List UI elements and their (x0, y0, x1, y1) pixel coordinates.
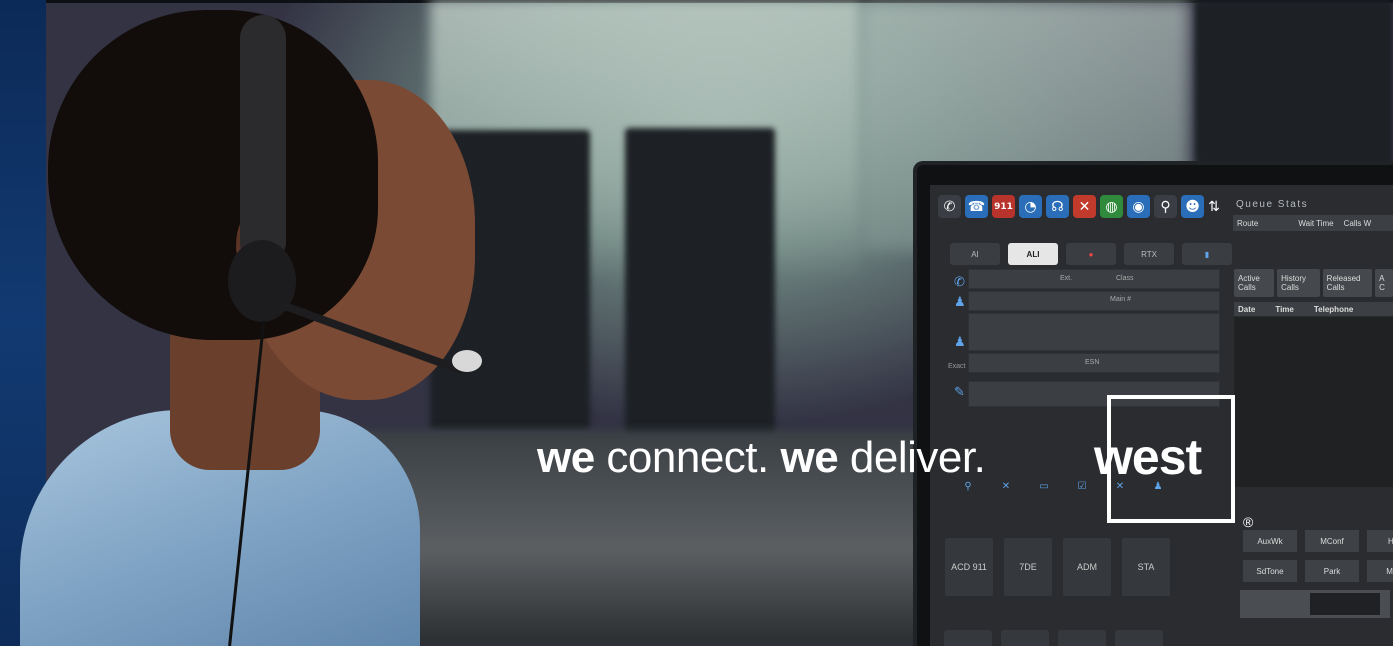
ali-field (968, 313, 1220, 351)
ear-icon: ◔ (1019, 195, 1042, 218)
tagline-we-1: we (537, 433, 595, 482)
arrows-icon: ⇅ (1208, 198, 1220, 215)
person-icon: ♟ (954, 295, 966, 310)
call-tabs: Active Calls History Calls Released Call… (1234, 269, 1393, 297)
phone-icon: ☎ (965, 195, 988, 218)
auxwk-button: AuxWk (1242, 529, 1298, 553)
background-monitor (1195, 0, 1393, 165)
map-pin-icon: ◉ (1127, 195, 1150, 218)
tab-rtx: RTX (1124, 243, 1174, 265)
tab-map: ● (1066, 243, 1116, 265)
col-route: Route (1237, 218, 1259, 228)
dispatcher-hair (48, 10, 378, 340)
edit-icon: ✎ (954, 385, 965, 400)
function-buttons: AuxWk MConf Hol SdTone Park Mon (1242, 529, 1393, 583)
console-tabs: AI ALI ● RTX ▮ (950, 243, 1232, 265)
ali-field (968, 291, 1220, 311)
background-monitor (625, 128, 775, 468)
class-label: Class (1116, 275, 1134, 282)
tagline-we-2: we (780, 433, 839, 482)
tab-history-calls: History Calls (1277, 269, 1320, 297)
acd-button (1115, 630, 1163, 646)
tagline: we connect. we deliver. (537, 430, 986, 486)
headset-icon: ☊ (1046, 195, 1069, 218)
acd-911-button: ACD 911 (944, 537, 994, 597)
phone-icon: ✆ (954, 275, 965, 290)
acd-sta-button: STA (1121, 537, 1171, 597)
tab-abandoned-calls: A C (1375, 269, 1393, 297)
status-bar-segment (1310, 593, 1380, 615)
search-person-icon: ♟ (954, 335, 966, 350)
hero-photo: ✆ ☎ 911 ◔ ☊ ✕ ◍ ◉ ⚲ ☻ ⇅ AI ALI ● RTX ▮ ✆… (0, 0, 1393, 646)
globe-icon: ◍ (1100, 195, 1123, 218)
tab-ai: AI (950, 243, 1000, 265)
headset-band (240, 15, 286, 265)
west-logo-word: west (1090, 428, 1206, 486)
hold-button: Hol (1366, 529, 1393, 553)
tagline-deliver: deliver. (838, 433, 986, 482)
col-telephone: Telephone (1313, 304, 1354, 314)
park-button: Park (1304, 559, 1360, 583)
esn-label: ESN (1085, 359, 1100, 366)
queue-stats-title: Queue Stats (1236, 199, 1309, 210)
mconf-button: MConf (1304, 529, 1360, 553)
people-icon: ☻ (1181, 195, 1204, 218)
col-wait-time: Wait Time (1298, 218, 1334, 228)
acd-buttons: ACD 911 7DE ADM STA (944, 537, 1171, 597)
acd-button (1001, 630, 1049, 646)
exact-label: Exact (948, 363, 966, 370)
close-icon: ✕ (1073, 195, 1096, 218)
sdtone-button: SdTone (1242, 559, 1298, 583)
phone-icon: ✆ (938, 195, 961, 218)
acd-buttons-row2 (944, 630, 1163, 646)
col-time: Time (1275, 304, 1294, 314)
acd-adm-button: ADM (1062, 537, 1112, 597)
ali-field (968, 269, 1220, 289)
pin-icon: ⚲ (1154, 195, 1177, 218)
tab-building: ▮ (1182, 243, 1232, 265)
queue-stats-header: Route Wait Time Calls W (1233, 215, 1393, 231)
tab-released-calls: Released Calls (1322, 269, 1373, 297)
main-label: Main # (1110, 296, 1132, 303)
tool-icon: ▭ (1039, 481, 1049, 492)
col-date: Date (1238, 304, 1256, 314)
monitor-button: Mon (1366, 559, 1393, 583)
registered-mark: ® (1243, 514, 1254, 530)
console-toolbar: ✆ ☎ 911 ◔ ☊ ✕ ◍ ◉ ⚲ ☻ ⇅ (938, 195, 1220, 218)
911-icon: 911 (992, 195, 1015, 218)
acd-7de-button: 7DE (1003, 537, 1053, 597)
tab-active-calls: Active Calls (1234, 269, 1275, 297)
acd-button (944, 630, 992, 646)
calls-header: Date Time Telephone (1234, 302, 1393, 316)
tagline-connect: connect. (594, 433, 781, 482)
calls-list (1234, 317, 1393, 487)
ext-label: Ext. (1060, 275, 1073, 282)
headset-mic (452, 350, 482, 372)
acd-button (1058, 630, 1106, 646)
tab-ali: ALI (1008, 243, 1058, 265)
close-icon: ✕ (1001, 481, 1011, 492)
col-calls-waiting: Calls W (1343, 218, 1372, 228)
